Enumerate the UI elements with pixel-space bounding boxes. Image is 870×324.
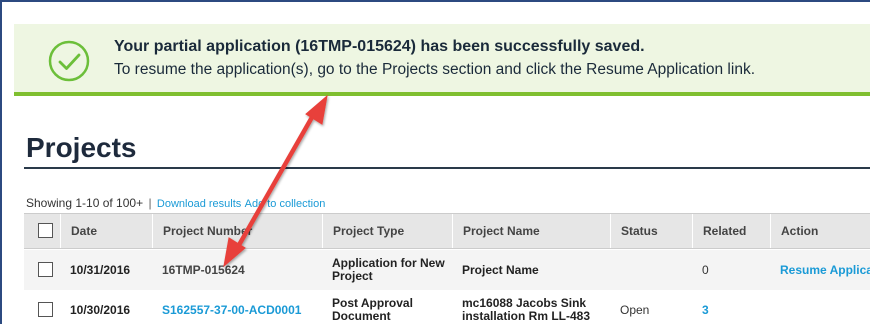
- row-date: 10/30/2016: [70, 303, 131, 317]
- download-results-link[interactable]: Download results: [157, 198, 241, 210]
- row-status: Open: [620, 303, 650, 317]
- page-title: Projects: [26, 132, 137, 163]
- row-checkbox[interactable]: [38, 302, 53, 317]
- banner-message: To resume the application(s), go to the …: [114, 61, 755, 78]
- results-summary: Showing 1-10 of 100+ | Download results …: [26, 196, 325, 210]
- header-project-number[interactable]: Project Number: [152, 214, 322, 248]
- row-related-count: 0: [702, 263, 709, 277]
- resume-application-link[interactable]: Resume Applica: [770, 264, 870, 277]
- success-banner: Your partial application (16TMP-015624) …: [14, 24, 870, 96]
- table-row: 10/31/2016 16TMP-015624 Application for …: [24, 250, 870, 290]
- results-separator: |: [148, 196, 152, 210]
- header-status[interactable]: Status: [610, 214, 692, 248]
- banner-title: Your partial application (16TMP-015624) …: [114, 38, 645, 55]
- row-checkbox[interactable]: [38, 262, 53, 277]
- row-project-type: Application for New Project: [322, 257, 445, 283]
- row-project-number: 16TMP-015624: [162, 263, 245, 277]
- header-project-name[interactable]: Project Name: [452, 214, 610, 248]
- row-date: 10/31/2016: [70, 263, 131, 277]
- add-to-collection-link[interactable]: Add to collection: [245, 198, 326, 210]
- row-project-type-line2: Document: [332, 309, 391, 323]
- header-related[interactable]: Related: [692, 214, 770, 248]
- header-date[interactable]: Date: [60, 214, 152, 248]
- header-action[interactable]: Action: [770, 214, 870, 248]
- row-project-name: Project Name: [462, 263, 539, 277]
- select-all-checkbox[interactable]: [38, 223, 53, 238]
- row-related-link[interactable]: 3: [692, 304, 709, 317]
- row-project-number-link[interactable]: S162557-37-00-ACD0001: [152, 304, 301, 317]
- title-divider: [24, 167, 870, 169]
- results-count: Showing 1-10 of 100+: [26, 196, 144, 210]
- table-header: Date Project Number Project Type Project…: [24, 213, 870, 249]
- row-project-type-line2: Project: [332, 269, 373, 283]
- page-frame: Your partial application (16TMP-015624) …: [0, 0, 870, 324]
- header-project-type[interactable]: Project Type: [322, 214, 452, 248]
- row-project-name-line2: installation Rm LL-483: [462, 309, 591, 323]
- row-project-name: mc16088 Jacobs Sink installation Rm LL-4…: [452, 297, 590, 323]
- table-row: 10/30/2016 S162557-37-00-ACD0001 Post Ap…: [24, 290, 870, 324]
- row-project-type: Post Approval Document: [322, 297, 413, 323]
- check-circle-icon: [48, 40, 90, 82]
